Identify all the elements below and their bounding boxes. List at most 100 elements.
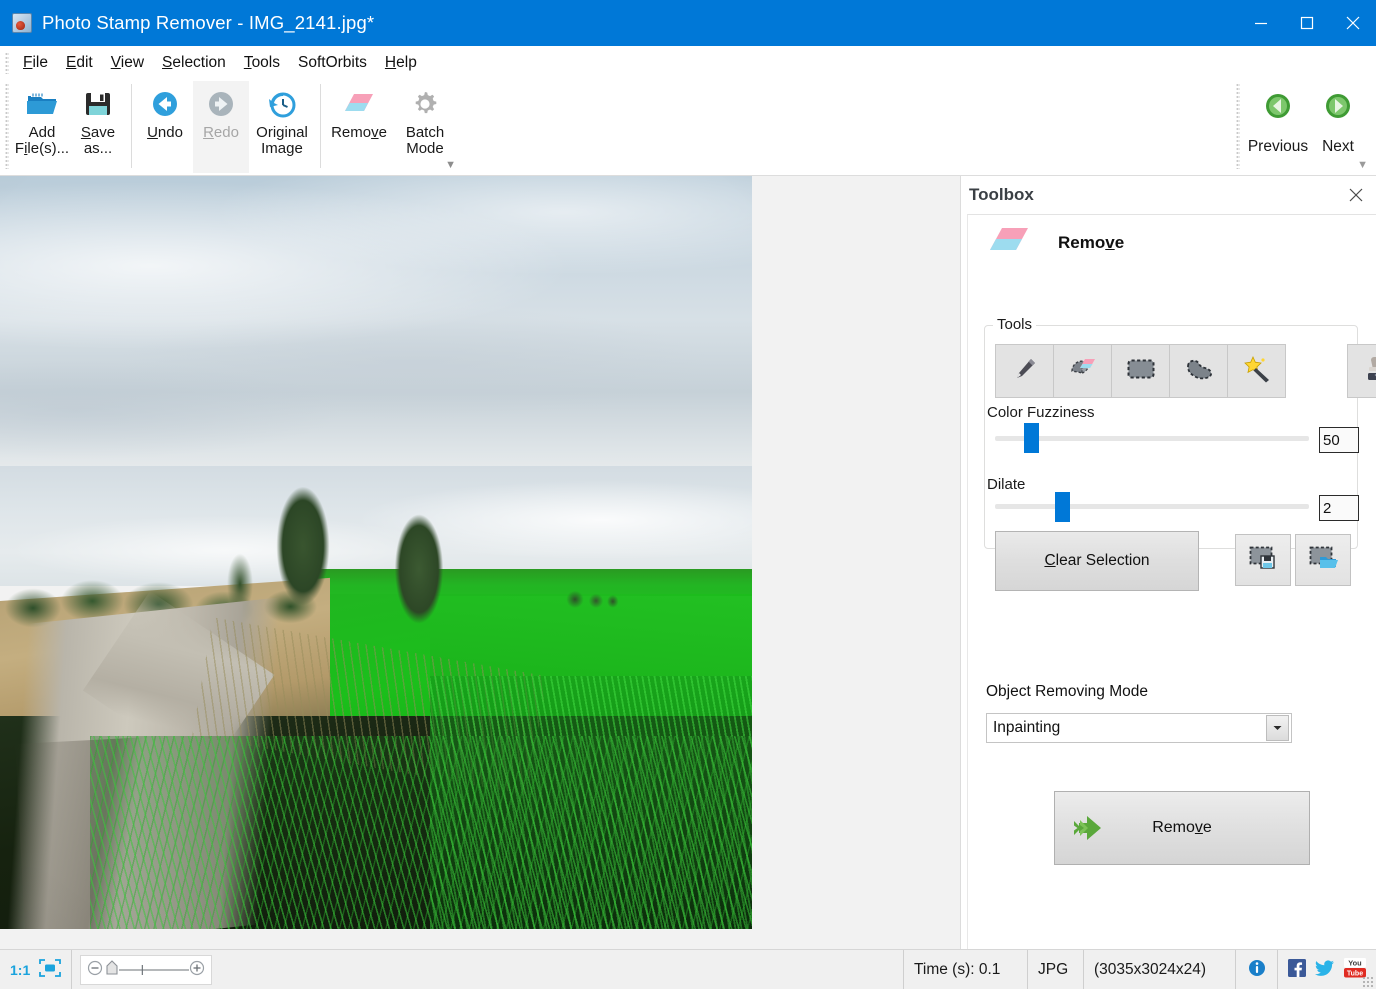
menu-item-view[interactable]: View [102, 52, 153, 74]
clear-selection-label: Clear Selection [1044, 552, 1149, 570]
facebook-icon[interactable] [1288, 959, 1306, 982]
menu-item-tools-label: ools [252, 54, 280, 71]
menu-item-selection-label: election [172, 54, 225, 71]
save-as-button[interactable]: Saveas... [70, 81, 126, 173]
maximize-button[interactable] [1284, 0, 1330, 46]
previous-circle-icon [1263, 91, 1293, 126]
menu-item-edit[interactable]: Edit [57, 52, 102, 74]
zoom-in-icon[interactable] [189, 960, 205, 981]
close-button[interactable] [1330, 0, 1376, 46]
zoom-slider-thumb[interactable] [105, 960, 119, 981]
fit-to-screen-icon[interactable] [39, 959, 61, 982]
application-window: Photo Stamp Remover - IMG_2141.jpg* File… [0, 0, 1376, 989]
image-canvas-area[interactable] [0, 176, 960, 949]
load-selection-icon [1308, 545, 1338, 576]
eraser-brush-icon [1068, 355, 1098, 388]
toolbox-close-icon[interactable] [1345, 184, 1367, 206]
rectangle-select-tool[interactable] [1111, 344, 1170, 398]
window-title: Photo Stamp Remover - IMG_2141.jpg* [42, 12, 374, 34]
window-resize-grip[interactable] [1362, 976, 1374, 988]
next-button[interactable]: Next [1308, 81, 1368, 156]
toolbox-header: Toolbox [961, 176, 1376, 214]
stamp-icon [1364, 355, 1376, 388]
color-fuzziness-track[interactable] [995, 436, 1309, 441]
toolbar-grip-handle[interactable] [5, 83, 9, 169]
chevron-down-icon[interactable] [1266, 715, 1289, 741]
remove-action-button[interactable]: Remove [1054, 791, 1310, 865]
color-fuzziness-thumb[interactable] [1024, 423, 1039, 453]
menu-item-file-label: ile [32, 54, 48, 71]
color-fuzziness-value[interactable]: 50 [1319, 427, 1359, 453]
photo-preview[interactable] [0, 176, 752, 929]
floppy-disk-icon [83, 87, 113, 121]
tools-group-label: Tools [993, 316, 1036, 333]
previous-button[interactable]: Previous [1248, 81, 1308, 156]
nav-expand-icon[interactable]: ▼ [1357, 159, 1368, 171]
toolbar-expand-icon[interactable]: ▼ [445, 159, 456, 171]
menu-item-edit-label: dit [76, 54, 92, 71]
menu-item-tools[interactable]: Tools [235, 52, 289, 74]
lasso-icon [1184, 357, 1214, 386]
object-removing-mode-label: Object Removing Mode [986, 683, 1148, 701]
zoom-ratio-label[interactable]: 1:1 [10, 962, 30, 978]
app-icon [12, 13, 32, 33]
clone-stamp-tool[interactable] [1347, 344, 1376, 398]
eraser-icon [986, 224, 1032, 263]
title-bar: Photo Stamp Remover - IMG_2141.jpg* [0, 0, 1376, 46]
toolbox-body: Remove Tools [967, 214, 1376, 949]
status-bar: 1:1 [0, 949, 1376, 989]
zoom-slider-track[interactable] [119, 962, 189, 978]
zoom-out-icon[interactable] [87, 960, 103, 981]
info-icon[interactable] [1248, 959, 1266, 982]
menu-bar: File Edit View Selection Tools SoftOrbit… [0, 46, 1376, 79]
magic-wand-tool[interactable] [1227, 344, 1286, 398]
status-format: JPG [1028, 950, 1084, 989]
status-info[interactable] [1236, 950, 1278, 989]
dilate-value[interactable]: 2 [1319, 495, 1359, 521]
eraser-icon [342, 87, 376, 121]
menu-item-selection[interactable]: Selection [153, 52, 235, 74]
toolbox-mode-header: Remove [968, 215, 1376, 271]
original-image-label: OriginalImage [256, 125, 308, 157]
twitter-icon[interactable] [1315, 959, 1335, 982]
status-zoom-controls: 1:1 [0, 950, 72, 989]
gear-icon [410, 87, 440, 121]
remove-toolbar-button[interactable]: Remove [326, 81, 392, 173]
save-as-label: Saveas... [81, 125, 115, 157]
original-image-button[interactable]: OriginalImage [249, 81, 315, 173]
menu-item-file[interactable]: File [14, 52, 57, 74]
pencil-tool[interactable] [995, 344, 1054, 398]
dilate-track[interactable] [995, 504, 1309, 509]
green-arrows-icon [1071, 814, 1107, 847]
rectangle-marquee-icon [1126, 358, 1156, 385]
magic-wand-icon [1242, 355, 1272, 388]
color-fuzziness-label: Color Fuzziness [987, 404, 1095, 421]
object-removing-mode-select[interactable]: Inpainting [986, 713, 1292, 743]
status-spacer [212, 950, 904, 989]
save-selection-icon [1248, 545, 1278, 576]
minimize-button[interactable] [1238, 0, 1284, 46]
eraser-tool[interactable] [1053, 344, 1112, 398]
next-circle-icon [1323, 91, 1353, 126]
undo-button[interactable]: Undo [137, 81, 193, 173]
save-selection-button[interactable] [1235, 534, 1291, 586]
dilate-thumb[interactable] [1055, 492, 1070, 522]
menu-grip-handle[interactable] [5, 52, 9, 74]
add-files-button[interactable]: AddFile(s)... [14, 81, 70, 173]
menu-item-view-label: iew [121, 54, 144, 71]
menu-item-softorbits[interactable]: SoftOrbits [289, 52, 376, 74]
redo-label: Redo [203, 125, 239, 141]
clear-selection-button[interactable]: Clear Selection [995, 531, 1199, 591]
menu-item-help[interactable]: Help [376, 52, 426, 74]
toolbar-group-navigation: Previous Next ▼ [1236, 81, 1368, 173]
toolbar-group-file: AddFile(s)... Saveas... [14, 81, 458, 173]
nav-grip-handle[interactable] [1236, 83, 1240, 169]
next-label: Next [1322, 138, 1354, 156]
load-selection-button[interactable] [1295, 534, 1351, 586]
remove-toolbar-label: Remove [331, 125, 387, 141]
menu-item-softorbits-label: SoftOrbits [298, 54, 367, 71]
lasso-select-tool[interactable] [1169, 344, 1228, 398]
zoom-slider[interactable] [80, 955, 212, 985]
previous-label: Previous [1248, 138, 1308, 156]
redo-button[interactable]: Redo [193, 81, 249, 173]
